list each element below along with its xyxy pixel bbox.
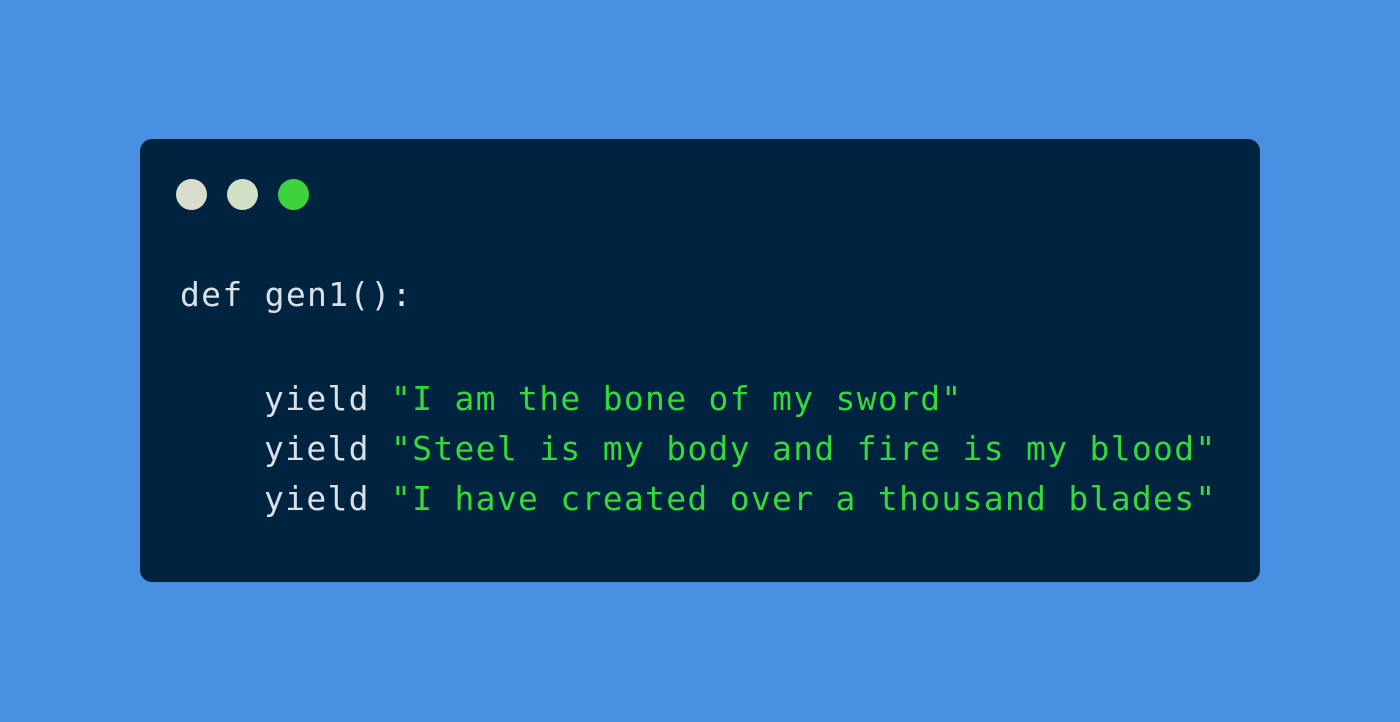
function-definition: def gen1():: [180, 275, 413, 314]
window-controls: [176, 179, 309, 210]
code-line-2: yield "Steel is my body and fire is my b…: [180, 424, 1240, 474]
yield-keyword: yield: [264, 379, 370, 418]
string-literal: "I am the bone of my sword": [391, 379, 963, 418]
window-dot-2[interactable]: [227, 179, 258, 210]
string-literal: "I have created over a thousand blades": [391, 479, 1217, 518]
code-line-def: def gen1():: [180, 270, 1240, 320]
code-line-1: yield "I am the bone of my sword": [180, 374, 1240, 424]
window-dot-1[interactable]: [176, 179, 207, 210]
string-literal: "Steel is my body and fire is my blood": [391, 429, 1217, 468]
yield-keyword: yield: [264, 479, 370, 518]
code-line-3: yield "I have created over a thousand bl…: [180, 474, 1240, 524]
window-dot-3[interactable]: [278, 179, 309, 210]
code-block: def gen1(): yield "I am the bone of my sw…: [180, 270, 1240, 524]
yield-keyword: yield: [264, 429, 370, 468]
